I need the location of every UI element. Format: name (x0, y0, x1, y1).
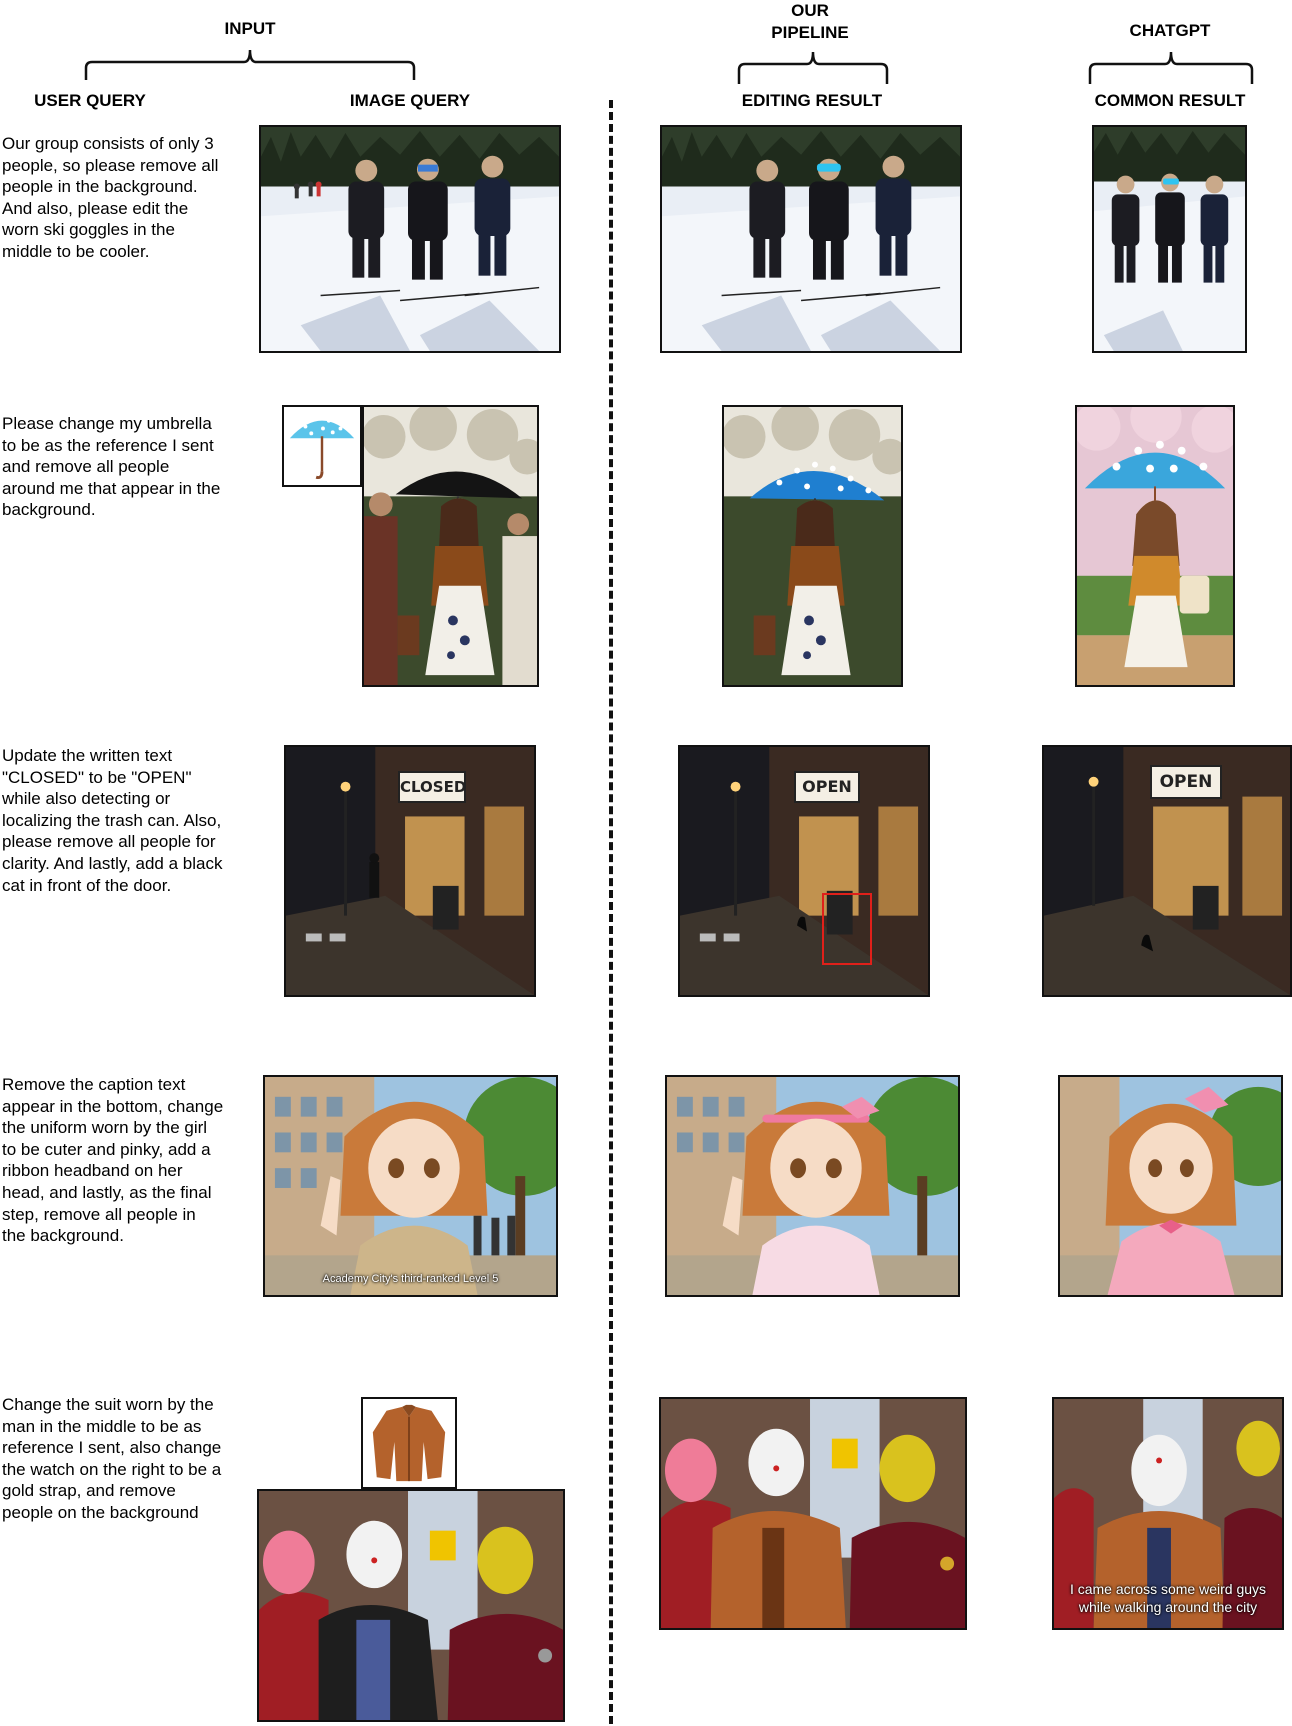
input-brace (84, 49, 416, 80)
our-pipeline-brace (737, 51, 889, 84)
street-chatgpt-image: OPEN (1042, 745, 1292, 997)
open-sign-edited: OPEN (794, 771, 860, 803)
closed-sign: CLOSED (398, 771, 466, 803)
user-query-2: Please change my umbrella to be as the r… (2, 414, 221, 520)
caption-text-input: Academy City's third-ranked Level 5 (322, 1273, 499, 1285)
masks-chatgpt-image: I came across some weird guys while walk… (1052, 1397, 1284, 1630)
header-our-pipeline-line2: PIPELINE (771, 23, 849, 42)
anime-input-image: Academy City's third-ranked Level 5 (263, 1075, 558, 1297)
header-image-query: IMAGE QUERY (349, 91, 471, 110)
header-common-result: COMMON RESULT (1094, 91, 1246, 110)
header-user-query: USER QUERY (34, 91, 146, 110)
anime-chatgpt-image (1058, 1075, 1283, 1297)
user-query-3: Update the written text "CLOSED" to be "… (2, 746, 223, 895)
anime-edited-image (665, 1075, 960, 1297)
ski-edited-image (660, 125, 962, 353)
caption-text-chatgpt: I came across some weird guys while walk… (1054, 1580, 1282, 1616)
header-input: INPUT (224, 19, 276, 38)
masks-input-image (257, 1489, 565, 1722)
caption-line-1: I came across some weird guys (1069, 1581, 1267, 1597)
chatgpt-brace (1088, 51, 1254, 84)
ski-input-image (259, 125, 561, 353)
header-our-pipeline-line1: OUR (791, 1, 829, 20)
trash-can-detection-box (822, 893, 872, 965)
user-query-5: Change the suit worn by the man in the m… (2, 1395, 222, 1522)
caption-line-2: while walking around the city (1078, 1599, 1258, 1615)
umbrella-chatgpt-image (1075, 405, 1235, 687)
umbrella-input-image (362, 405, 539, 687)
user-query-1: Our group consists of only 3 people, so … (2, 134, 219, 261)
header-our-pipeline: OUR PIPELINE (740, 0, 880, 44)
user-query-4: Remove the caption text appear in the bo… (2, 1075, 224, 1246)
masks-edited-image (659, 1397, 967, 1630)
ski-chatgpt-image (1092, 125, 1247, 353)
umbrella-reference-image (282, 405, 362, 487)
jacket-reference-image (361, 1397, 457, 1489)
header-chatgpt: CHATGPT (1129, 21, 1211, 40)
column-divider (609, 100, 613, 1724)
open-sign-chatgpt: OPEN (1150, 765, 1222, 799)
umbrella-edited-image (722, 405, 903, 687)
street-input-image: CLOSED (284, 745, 536, 997)
street-edited-image: OPEN (678, 745, 930, 997)
header-editing-result: EDITING RESULT (741, 91, 883, 110)
